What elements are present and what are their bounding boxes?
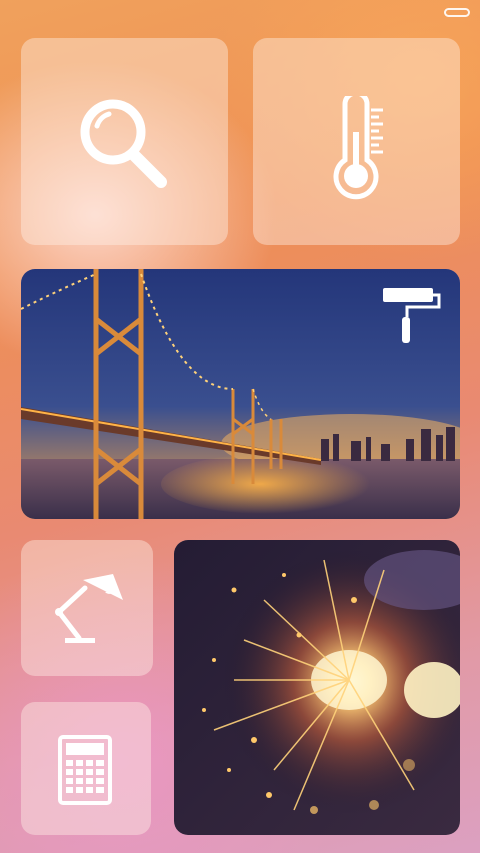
desk-lamp-tile[interactable] <box>21 540 153 676</box>
desk-lamp-icon <box>55 574 123 643</box>
bridge-photo <box>21 269 460 519</box>
thermometer-icon <box>333 96 383 200</box>
calculator-icon <box>58 735 112 805</box>
search-icon <box>80 99 167 188</box>
thermometer-tile[interactable] <box>253 38 460 245</box>
calculator-tile[interactable] <box>21 702 151 835</box>
battery-indicator <box>444 8 470 17</box>
sparkler-photo <box>174 540 460 835</box>
sparkler-photo-tile[interactable] <box>174 540 460 835</box>
search-tile[interactable] <box>21 38 228 245</box>
bridge-photo-tile[interactable] <box>21 269 460 519</box>
